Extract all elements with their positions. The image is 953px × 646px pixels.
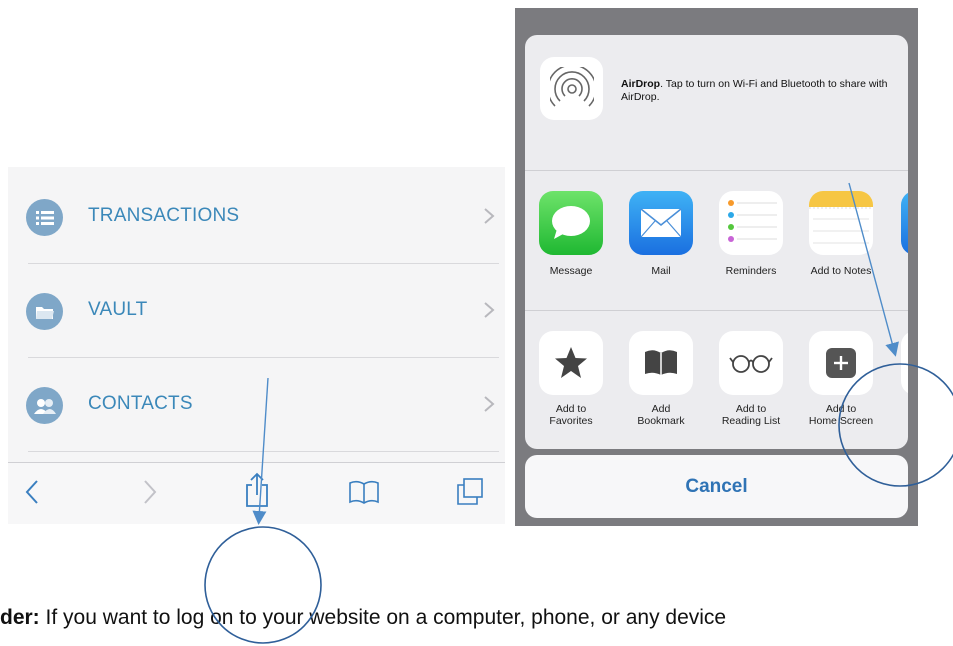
- app-label: Reminders: [725, 265, 777, 277]
- menu-item-label: TRANSACTIONS: [88, 205, 240, 226]
- share-apps-row: Message Mail Reminders Add to Notes: [525, 171, 908, 311]
- action-label-line2: Favorites: [549, 415, 593, 427]
- notes-icon: [809, 191, 873, 255]
- folder-icon: [26, 293, 63, 330]
- app-label: Mail: [651, 265, 671, 277]
- back-icon[interactable]: [22, 477, 42, 507]
- share-sheet: AirDrop. Tap to turn on Wi-Fi and Blueto…: [525, 35, 908, 449]
- menu-item-transactions[interactable]: TRANSACTIONS: [8, 170, 505, 264]
- caption-body: If you want to log on to your website on…: [39, 606, 727, 629]
- message-icon: [539, 191, 603, 255]
- action-label-line1: Add to: [555, 403, 587, 415]
- action-label: Add to Reading List: [709, 403, 793, 427]
- reminders-icon: [719, 191, 783, 255]
- menu-item-label: CONTACTS: [88, 393, 193, 414]
- caption-bold: der:: [0, 606, 40, 629]
- star-icon: [539, 331, 603, 395]
- list-icon: [26, 199, 63, 236]
- share-icon[interactable]: [244, 471, 270, 509]
- forward-icon[interactable]: [140, 477, 160, 507]
- airdrop-body: . Tap to turn on Wi-Fi and Bluetooth to …: [621, 78, 888, 103]
- share-app-mail[interactable]: Mail: [619, 191, 703, 277]
- menu-item-contacts[interactable]: CONTACTS: [8, 358, 505, 452]
- browser-toolbar: [8, 462, 505, 524]
- caption-text: der: If you want to log on to your websi…: [0, 606, 953, 646]
- chevron-right-icon: [484, 396, 495, 412]
- menu-item-vault[interactable]: VAULT: [8, 264, 505, 358]
- action-add-to-home-screen[interactable]: Add to Home Screen: [799, 331, 883, 427]
- cancel-button[interactable]: Cancel: [525, 455, 908, 518]
- action-label-line2: Reading List: [721, 415, 781, 427]
- airdrop-icon: [540, 57, 603, 120]
- action-label-line1: Add to: [825, 403, 857, 415]
- partial-action-icon[interactable]: [901, 331, 908, 395]
- action-add-bookmark[interactable]: Add Bookmark: [619, 331, 703, 427]
- partial-app-icon[interactable]: [901, 191, 908, 255]
- book-icon: [629, 331, 693, 395]
- share-actions-row: Add to Favorites Add Bookmark Add to Rea…: [525, 311, 908, 449]
- contacts-icon: [26, 387, 63, 424]
- action-label: Add to Favorites: [529, 403, 613, 427]
- tabs-icon[interactable]: [455, 477, 485, 507]
- browser-menu-screenshot: TRANSACTIONS VAULT CONTACTS: [8, 167, 505, 524]
- plus-icon: [809, 331, 873, 395]
- share-sheet-screenshot: AirDrop. Tap to turn on Wi-Fi and Blueto…: [515, 8, 918, 526]
- divider: [28, 451, 499, 452]
- share-app-notes[interactable]: Add to Notes: [799, 191, 883, 277]
- action-label-line1: Add: [651, 403, 671, 415]
- chevron-right-icon: [484, 208, 495, 224]
- glasses-icon: [719, 331, 783, 395]
- action-label-line1: Add to: [735, 403, 767, 415]
- airdrop-row[interactable]: AirDrop. Tap to turn on Wi-Fi and Blueto…: [525, 35, 908, 171]
- airdrop-title: AirDrop: [621, 78, 661, 90]
- app-label: Add to Notes: [810, 265, 872, 277]
- action-label: Add Bookmark: [619, 403, 703, 427]
- share-app-message[interactable]: Message: [529, 191, 613, 277]
- action-label-line2: Bookmark: [637, 415, 685, 427]
- app-label: Message: [549, 265, 593, 277]
- airdrop-description: AirDrop. Tap to turn on Wi-Fi and Blueto…: [621, 78, 891, 104]
- share-app-reminders[interactable]: Reminders: [709, 191, 793, 277]
- action-add-to-favorites[interactable]: Add to Favorites: [529, 331, 613, 427]
- action-add-to-reading-list[interactable]: Add to Reading List: [709, 331, 793, 427]
- menu-item-label: VAULT: [88, 299, 148, 320]
- chevron-right-icon: [484, 302, 495, 318]
- mail-icon: [629, 191, 693, 255]
- action-label: Add to Home Screen: [799, 403, 883, 427]
- action-label-line2: Home Screen: [808, 415, 874, 427]
- bookmarks-icon[interactable]: [348, 479, 380, 505]
